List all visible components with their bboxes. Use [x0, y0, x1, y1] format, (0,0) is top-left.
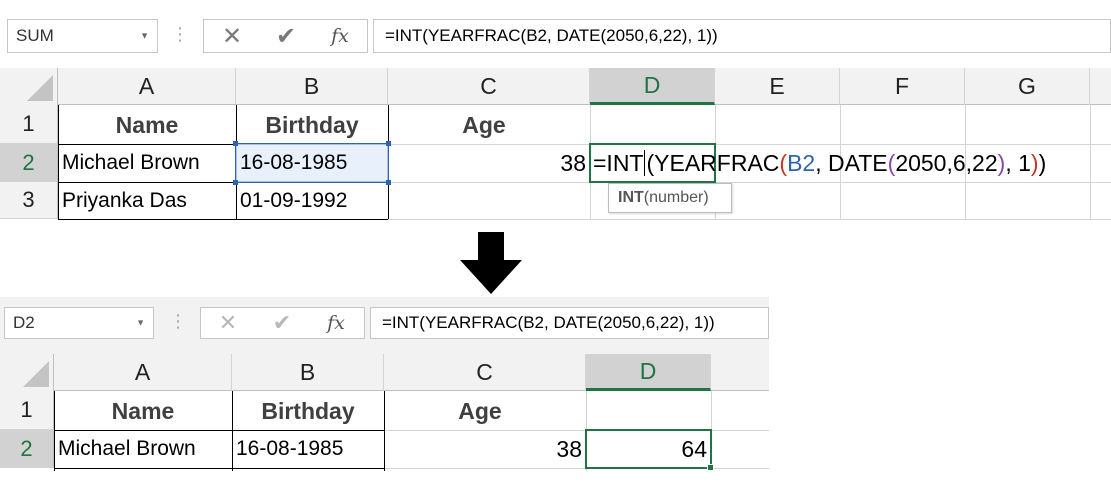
- fill-handle[interactable]: [707, 464, 714, 471]
- enter-check-icon[interactable]: ✔: [262, 308, 302, 338]
- row-header-2[interactable]: 2: [0, 430, 54, 468]
- column-header-b[interactable]: B: [232, 354, 384, 391]
- fx-icon[interactable]: fx: [316, 308, 356, 338]
- chevron-down-icon[interactable]: ▼: [140, 31, 149, 41]
- column-header-a[interactable]: A: [58, 68, 236, 105]
- select-all-corner[interactable]: [0, 68, 58, 105]
- column-header-d[interactable]: D: [586, 354, 711, 391]
- column-header-d[interactable]: D: [590, 68, 715, 105]
- column-header-g[interactable]: G: [965, 68, 1090, 105]
- arrow-down-icon: [460, 232, 522, 294]
- cell-a3[interactable]: Priyanka Das: [62, 182, 236, 219]
- cell-b1[interactable]: Birthday: [232, 392, 384, 430]
- cell-c2[interactable]: 38: [384, 430, 586, 468]
- cell-c1[interactable]: Age: [388, 106, 590, 144]
- cell-a1[interactable]: Name: [58, 106, 236, 144]
- cell-c1[interactable]: Age: [384, 392, 586, 430]
- row-header-2[interactable]: 2: [0, 144, 58, 182]
- select-all-corner[interactable]: [0, 354, 54, 391]
- bottom-formula-input[interactable]: =INT(YEARFRAC(B2, DATE(2050,6,22), 1)): [370, 307, 769, 339]
- bottom-name-box[interactable]: D2 ▼: [4, 307, 154, 339]
- name-box-value: SUM: [16, 26, 54, 45]
- drag-handle-icon[interactable]: ⋮: [169, 312, 187, 334]
- drag-handle-icon[interactable]: ⋮: [171, 25, 189, 47]
- column-header-a[interactable]: A: [54, 354, 232, 391]
- cell-a1[interactable]: Name: [54, 392, 232, 430]
- column-header-c[interactable]: C: [384, 354, 586, 391]
- top-formula-input[interactable]: =INT(YEARFRAC(B2, DATE(2050,6,22), 1)): [373, 19, 1111, 53]
- cell-b1[interactable]: Birthday: [236, 106, 388, 144]
- top-name-box[interactable]: SUM ▼: [7, 19, 158, 53]
- text-cursor: [644, 150, 646, 176]
- row-header-3[interactable]: 3: [0, 182, 58, 219]
- cancel-icon[interactable]: ✕: [212, 20, 252, 52]
- chevron-down-icon[interactable]: ▼: [136, 318, 145, 328]
- row-header-1[interactable]: 1: [0, 105, 58, 144]
- formula-text: =INT(YEARFRAC(B2, DATE(2050,6,22), 1)): [382, 313, 715, 332]
- cell-b2[interactable]: 16-08-1985: [240, 144, 388, 182]
- enter-check-icon[interactable]: ✔: [266, 20, 306, 52]
- cell-b3[interactable]: 01-09-1992: [240, 182, 388, 219]
- name-box-value: D2: [13, 313, 35, 332]
- cell-b2[interactable]: 16-08-1985: [236, 430, 384, 468]
- cancel-icon[interactable]: ✕: [208, 308, 248, 338]
- row-header-1[interactable]: 1: [0, 391, 54, 430]
- function-tooltip[interactable]: INT (number): [608, 183, 732, 213]
- cell-c2[interactable]: 38: [388, 144, 590, 182]
- cell-a2[interactable]: Michael Brown: [62, 144, 236, 182]
- cell-d2-result[interactable]: 64: [586, 430, 711, 468]
- column-header-e[interactable]: E: [715, 68, 840, 105]
- formula-text: =INT(YEARFRAC(B2, DATE(2050,6,22), 1)): [385, 26, 718, 45]
- fx-icon[interactable]: fx: [320, 20, 360, 52]
- cell-a2[interactable]: Michael Brown: [58, 430, 232, 468]
- column-header-c[interactable]: C: [388, 68, 590, 105]
- cell-d2-edit-formula[interactable]: =INT(YEARFRAC(B2, DATE(2050,6,22), 1)): [593, 144, 1103, 182]
- column-header-b[interactable]: B: [236, 68, 388, 105]
- column-header-f[interactable]: F: [840, 68, 965, 105]
